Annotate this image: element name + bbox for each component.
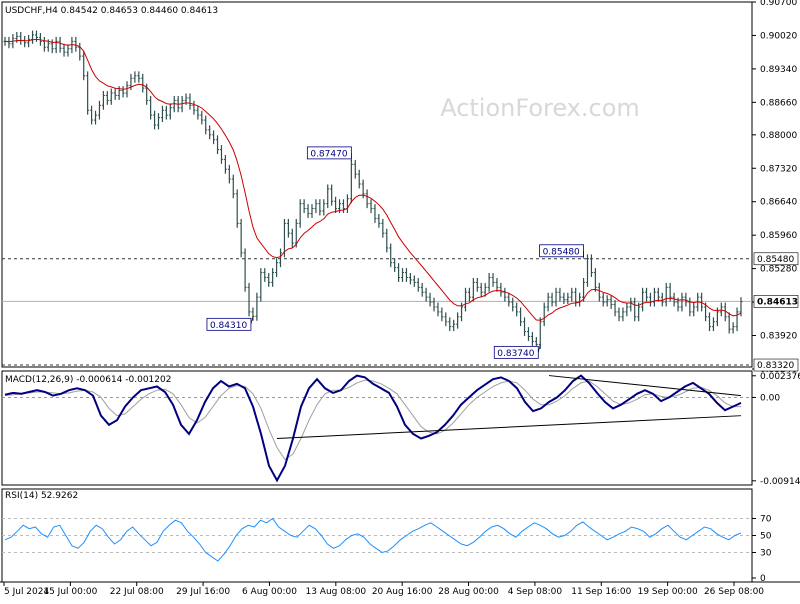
price-axis-label: 0.86640 — [760, 198, 797, 208]
time-axis-label: 26 Sep 08:00 — [704, 587, 764, 597]
time-axis-label: 11 Sep 16:00 — [571, 587, 631, 597]
annotation-label: 0.84310 — [210, 321, 247, 331]
time-axis-label: 28 Aug 00:00 — [438, 587, 499, 597]
watermark: ActionForex.com — [440, 94, 640, 122]
macd-axis-label: -0.00914 — [760, 477, 800, 487]
price-axis-label: 0.88000 — [760, 131, 797, 141]
rsi-axis-label: 0 — [760, 574, 766, 584]
price-axis-label: 0.90700 — [760, 0, 797, 8]
macd-signal-line — [4, 379, 741, 461]
level-tag-label: 0.85480 — [757, 255, 794, 265]
macd-panel-frame — [1, 370, 753, 486]
price-axis-label: 0.88660 — [760, 98, 797, 108]
annotation-label: 0.85480 — [543, 247, 580, 257]
price-panel-frame — [1, 1, 753, 368]
level-tag-label: 0.83320 — [757, 361, 794, 371]
time-axis-label: 29 Jul 16:00 — [176, 587, 230, 597]
time-axis-label: 19 Sep 00:00 — [638, 587, 698, 597]
level-tag-label: 0.84613 — [757, 297, 798, 307]
macd-axis-label: 0.00 — [760, 393, 780, 403]
chart-svg: ActionForex.com 0.874700.843100.854800.8… — [0, 0, 800, 597]
rsi-axis-label: 70 — [760, 515, 772, 525]
macd-panel-header: MACD(12,26,9) -0.000614 -0.001202 — [5, 375, 171, 385]
macd-axis-label: 0.002376 — [760, 372, 800, 382]
rsi-panel-header: RSI(14) 52.9262 — [5, 491, 78, 501]
usdchf-h4-chart: ActionForex.com 0.87470 0.84310 0.85480 0.8… — [0, 0, 800, 600]
time-axis-label: 22 Jul 08:00 — [110, 587, 164, 597]
moving-average-line — [4, 38, 742, 321]
rsi-axis-label: 50 — [760, 532, 772, 542]
rsi-line — [4, 517, 742, 562]
time-axis-label: 6 Aug 00:00 — [242, 587, 297, 597]
price-axis-label: 0.89340 — [760, 65, 797, 75]
price-axis-label: 0.85280 — [760, 265, 797, 275]
macd-line — [4, 374, 742, 483]
time-axis-label: 4 Sep 08:00 — [508, 587, 563, 597]
macd-trendline-lower — [276, 415, 742, 439]
price-axis-label: 0.87320 — [760, 164, 797, 174]
rsi-axis-label: 30 — [760, 549, 772, 559]
price-axis-label: 0.83920 — [760, 332, 797, 342]
time-axis-label: 15 Jul 00:00 — [43, 587, 97, 597]
annotation-label: 0.83740 — [497, 349, 534, 359]
annotation-label: 0.87470 — [310, 149, 347, 159]
time-axis-label: 13 Aug 08:00 — [305, 587, 366, 597]
price-panel-header: USDCHF,H4 0.84542 0.84653 0.84460 0.8461… — [5, 6, 218, 16]
price-axis-label: 0.90020 — [760, 31, 797, 41]
price-axis-label: 0.85960 — [760, 231, 797, 241]
time-axis-label: 20 Aug 16:00 — [372, 587, 433, 597]
